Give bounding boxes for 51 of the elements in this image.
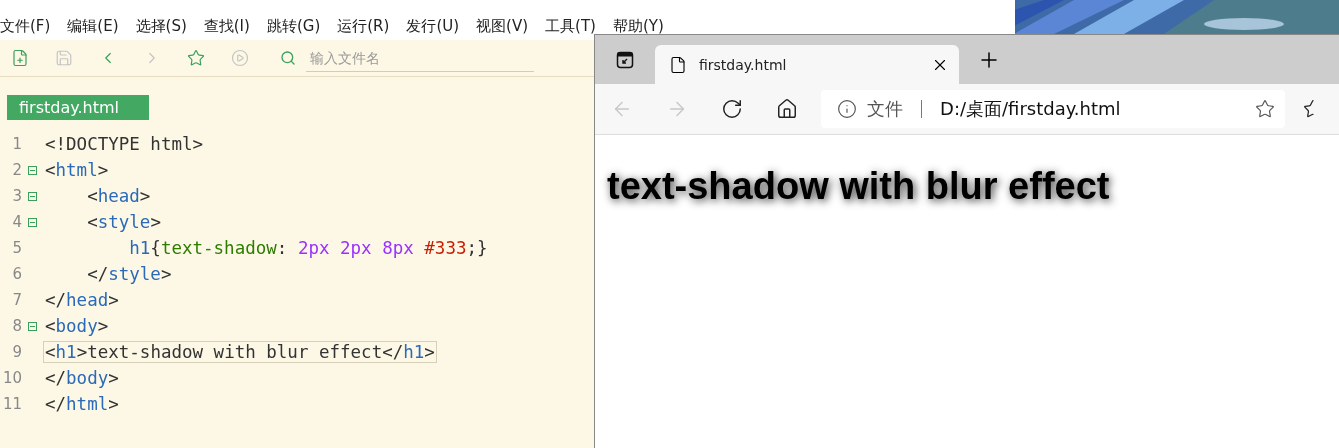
browser-tab[interactable]: firstday.html <box>655 45 959 84</box>
line-number: 6 <box>11 265 22 283</box>
code-line: <html> <box>44 159 110 181</box>
page-icon <box>669 55 687 74</box>
search-icon <box>280 50 296 66</box>
fold-icon[interactable] <box>28 321 37 331</box>
line-number: 4 <box>11 213 22 231</box>
star-icon[interactable] <box>187 49 205 67</box>
menu-item[interactable]: 查找(I) <box>203 16 250 36</box>
code-line: </style> <box>86 263 173 285</box>
url-text: D:/桌面/firstday.html <box>940 97 1122 121</box>
menu-item[interactable]: 运行(R) <box>337 16 390 36</box>
line-number: 3 <box>11 187 22 205</box>
line-number: 9 <box>11 343 22 361</box>
line-number: 10 <box>1 369 22 387</box>
code-line: <body> <box>44 315 110 337</box>
new-file-icon[interactable] <box>11 49 29 67</box>
info-icon[interactable] <box>837 99 858 119</box>
menu-item[interactable]: 发行(U) <box>406 16 460 36</box>
menu-item[interactable]: 帮助(Y) <box>612 16 664 36</box>
code-line: </body> <box>44 367 120 389</box>
reload-icon[interactable] <box>720 98 743 120</box>
menu-item[interactable]: 跳转(G) <box>266 16 321 36</box>
menu-item[interactable]: 视图(V) <box>476 16 529 36</box>
line-number: 5 <box>11 239 22 257</box>
scheme-label: 文件 <box>867 97 904 121</box>
fold-icon[interactable] <box>28 165 37 175</box>
code-line: <head> <box>86 185 152 207</box>
menu-item[interactable]: 文件(F) <box>0 16 51 36</box>
page-heading: text-shadow with blur effect <box>607 165 1111 208</box>
home-icon[interactable] <box>775 98 798 120</box>
line-number: 11 <box>1 395 22 413</box>
line-number: 7 <box>11 291 22 309</box>
menu-item[interactable]: 编辑(E) <box>67 16 119 36</box>
code-line: </html> <box>44 393 120 415</box>
menu-item[interactable]: 选择(S) <box>135 16 187 36</box>
code-line: <!DOCTYPE html> <box>44 133 205 155</box>
tab-actions-icon[interactable] <box>616 50 634 69</box>
line-number: 1 <box>11 135 22 153</box>
fold-icon[interactable] <box>28 191 37 201</box>
menu-item[interactable]: 工具(T) <box>545 16 596 36</box>
tab-title: firstday.html <box>699 56 788 73</box>
star-icon[interactable] <box>1255 99 1276 119</box>
code-line: <style> <box>86 211 162 233</box>
line-number: 2 <box>11 161 22 179</box>
search-field[interactable]: 输入文件名 <box>306 44 534 72</box>
fold-icon[interactable] <box>28 217 37 227</box>
address-bar[interactable]: 文件 D:/桌面/firstday.html <box>821 90 1286 128</box>
code-line: h1{text-shadow: 2px 2px 8px #333;} <box>128 237 489 259</box>
code-line: </head> <box>44 289 120 311</box>
line-number: 8 <box>11 317 22 335</box>
